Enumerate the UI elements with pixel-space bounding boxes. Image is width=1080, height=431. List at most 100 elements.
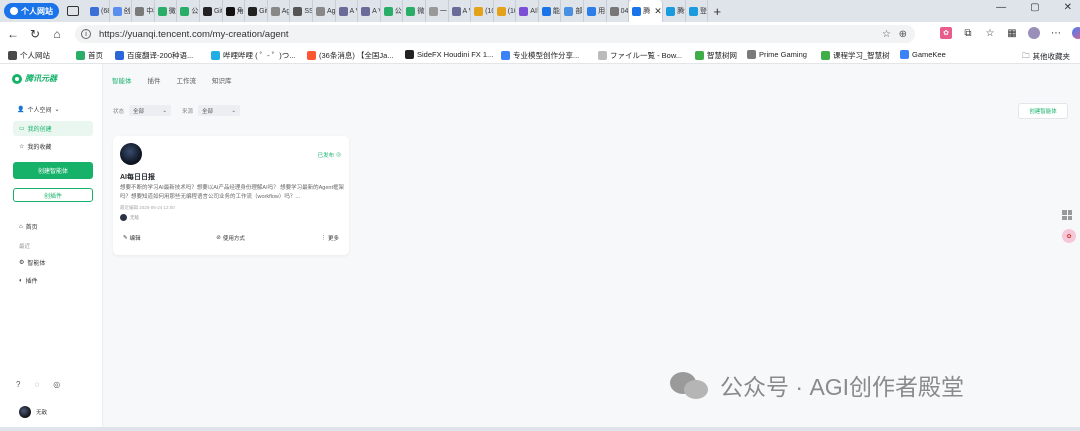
tab-favicon-icon <box>338 6 348 16</box>
space-switcher[interactable]: 👤 个人空间 ⌄ <box>17 105 60 114</box>
browser-tab[interactable]: A V <box>449 0 472 22</box>
close-tab-icon[interactable]: ✕ <box>654 6 662 17</box>
tab-favicon-icon <box>248 6 258 16</box>
collections-icon[interactable]: ▦ <box>1006 27 1018 39</box>
bookmark-star-icon[interactable]: ☆ <box>882 29 891 40</box>
tab-plugins[interactable]: 插件 <box>148 75 161 85</box>
close-window-button[interactable]: ✕ <box>1064 2 1072 13</box>
sidebar-item-home[interactable]: ⌂ 首页 <box>13 219 93 234</box>
create-plugin-button[interactable]: 创插件 <box>13 188 93 202</box>
browser-tab[interactable]: SSR <box>290 0 313 22</box>
chevron-down-icon: ⌄ <box>231 107 237 114</box>
agent-card[interactable]: 已发布 ◎ AI每日日报 想要不断的学习AI最新技术吗？想要以AI产品经理身份理… <box>113 136 349 255</box>
browser-tab[interactable]: Git <box>200 0 223 22</box>
browser-tab[interactable]: 中科 <box>132 0 155 22</box>
sidebar-item-label: 我的创建 <box>27 127 52 133</box>
minimize-button[interactable]: — <box>996 2 1006 13</box>
tab-label: 创 <box>123 8 131 15</box>
browser-tab[interactable]: 创 <box>110 0 133 22</box>
browser-tab[interactable]: (68 <box>87 0 110 22</box>
browser-tab[interactable]: Ag <box>313 0 336 22</box>
profile-button[interactable]: 个人网站 <box>4 3 59 19</box>
yuanqi-logo-icon <box>12 73 22 84</box>
usage-button[interactable]: ⊘ 使用方式 <box>216 234 245 242</box>
status-filter-select[interactable]: 全部 ⌄ <box>129 105 172 116</box>
reload-icon[interactable]: ↻ <box>24 27 46 41</box>
bookmark-item[interactable]: 专业模型创作分享... <box>501 50 579 61</box>
tab-knowledge[interactable]: 知识库 <box>212 75 232 85</box>
bookmark-item[interactable]: 个人网站 <box>8 50 50 61</box>
community-icon[interactable]: ◎ <box>53 380 60 389</box>
bookmark-item[interactable]: Prime Gaming <box>747 50 807 59</box>
tab-actions-icon[interactable] <box>67 6 79 16</box>
chat-icon[interactable]: ◌ <box>34 380 39 389</box>
person-icon: 👤 <box>17 107 25 113</box>
tab-label: (10 <box>507 7 516 15</box>
user-avatar-icon[interactable] <box>1028 27 1040 39</box>
bookmark-item[interactable]: (36条消息) 【全国Ja... <box>307 50 394 61</box>
bookmark-item[interactable]: 智慧树网 <box>695 50 737 61</box>
browser-tab[interactable]: 角色 <box>223 0 246 22</box>
browser-tab[interactable]: 04( <box>607 0 630 22</box>
back-icon[interactable]: ← <box>2 27 24 41</box>
site-info-icon[interactable]: i <box>81 29 91 39</box>
bookmark-item[interactable]: SideFX Houdini FX 1... <box>405 50 493 59</box>
extension-icon[interactable]: ✿ <box>940 27 952 39</box>
sidebar-item-my-favorites[interactable]: ☆ 我的收藏 <box>13 139 93 154</box>
browser-tab[interactable]: 腾 ✕ <box>629 0 664 22</box>
edit-button[interactable]: ✎ 编辑 <box>123 234 141 242</box>
help-icon[interactable]: ? <box>16 380 20 389</box>
browser-tab[interactable]: Git <box>245 0 268 22</box>
zoom-icon[interactable]: ⊕ <box>899 29 907 40</box>
bookmark-item[interactable]: 哔哩哔哩 ( ゜- ゜)つ... <box>211 50 296 61</box>
tab-workflows[interactable]: 工作流 <box>177 75 197 85</box>
favorites-icon[interactable]: ☆ <box>984 27 996 39</box>
browser-tab[interactable]: 微 <box>403 0 426 22</box>
other-bookmarks[interactable]: 🗀 其他收藏夹 <box>1022 50 1070 63</box>
bookmark-item[interactable]: GameKee <box>900 50 946 59</box>
tab-favicon-icon <box>541 6 551 16</box>
bookmark-favicon-icon <box>307 51 316 60</box>
address-bar[interactable]: i https://yuanqi.tencent.com/my-creation… <box>75 25 915 43</box>
sidebar-item-my-creations[interactable]: ▭ 我的创建 <box>13 121 93 136</box>
more-button[interactable]: ⋮ 更多 <box>320 234 339 242</box>
bookmark-item[interactable]: ファイル一覧 - Bow... <box>598 50 682 61</box>
browser-tab[interactable]: 微信 <box>155 0 178 22</box>
brand-logo[interactable]: 腾讯元器 <box>12 73 57 84</box>
browser-tab[interactable]: AgI <box>268 0 291 22</box>
browser-tab[interactable]: 公 <box>177 0 200 22</box>
bookmark-item[interactable]: 百度翻译-200种语... <box>115 50 193 61</box>
browser-tab[interactable]: (10 <box>471 0 494 22</box>
menu-icon[interactable]: ⋯ <box>1050 27 1062 39</box>
browser-tab[interactable]: 公众 <box>381 0 404 22</box>
browser-tab[interactable]: 用 <box>584 0 607 22</box>
create-agent-top-button[interactable]: 创建智能体 <box>1018 103 1068 119</box>
bookmark-item[interactable]: 首页 <box>76 50 103 61</box>
home-icon[interactable]: ⌂ <box>46 27 68 41</box>
source-filter-select[interactable]: 全部 ⌄ <box>198 105 241 116</box>
sidebar-item-plugins[interactable]: ◐ 插件 <box>13 273 93 288</box>
bookmark-item[interactable]: 课程学习_智慧树 <box>821 50 890 61</box>
new-tab-button[interactable]: + <box>713 4 721 19</box>
sidebar-item-agents[interactable]: ⚙ 智能体 <box>13 255 93 270</box>
browser-tab[interactable]: 登 <box>686 0 709 22</box>
create-agent-button[interactable]: 创建智能体 <box>13 162 93 179</box>
bookmark-label: Prime Gaming <box>759 50 807 59</box>
browser-tab[interactable]: 部 <box>561 0 585 22</box>
browser-tab[interactable]: (10 <box>494 0 517 22</box>
browser-tab[interactable]: A V <box>358 0 381 22</box>
tab-agents[interactable]: 智能体 <box>112 75 132 85</box>
user-profile[interactable]: 无敌 <box>19 406 47 418</box>
browser-tab[interactable]: A V <box>336 0 359 22</box>
browser-tab[interactable]: 腾讯 <box>663 0 686 22</box>
browser-tab[interactable]: 能 <box>539 0 562 22</box>
browser-tab[interactable]: AI帮 <box>516 0 539 22</box>
browser-tab[interactable]: 一 <box>426 0 449 22</box>
assistant-icon[interactable]: ✿ <box>1062 229 1076 243</box>
copilot-icon[interactable] <box>1072 27 1080 39</box>
qr-code-icon[interactable] <box>1062 210 1072 220</box>
puzzle-icon[interactable]: ⧉ <box>962 27 974 39</box>
maximize-button[interactable]: ▢ <box>1030 2 1039 13</box>
sidebar-item-label: 首页 <box>25 225 38 231</box>
tab-favicon-icon <box>519 6 529 16</box>
